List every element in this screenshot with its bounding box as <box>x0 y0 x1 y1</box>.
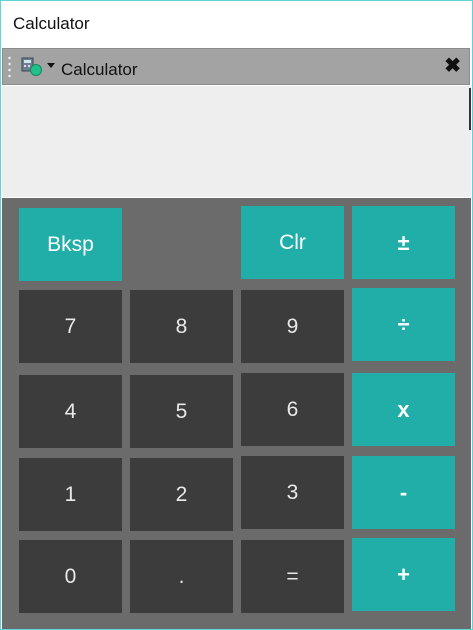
digit-2-button[interactable]: 2 <box>130 458 233 531</box>
digit-3-button[interactable]: 3 <box>241 456 344 529</box>
multiply-button[interactable]: x <box>352 373 455 446</box>
digit-4-button[interactable]: 4 <box>19 375 122 448</box>
panel-toolbar: Calculator ✖ <box>2 48 470 85</box>
digit-9-button[interactable]: 9 <box>241 290 344 363</box>
toolbar-title: Calculator <box>61 60 138 79</box>
calculator-display <box>2 86 471 197</box>
calculator-window: Calculator Calculator ✖ Bksp Clr ± 7 8 9… <box>0 0 473 630</box>
drag-grip-icon[interactable] <box>8 55 11 79</box>
subtract-button[interactable]: - <box>352 456 455 529</box>
chevron-down-icon[interactable] <box>47 63 55 68</box>
window-titlebar: Calculator <box>1 1 472 47</box>
close-icon[interactable]: ✖ <box>444 55 461 77</box>
digit-0-button[interactable]: 0 <box>19 540 122 613</box>
decimal-button[interactable]: . <box>130 540 233 613</box>
digit-5-button[interactable]: 5 <box>130 375 233 448</box>
equals-button[interactable]: = <box>241 540 344 613</box>
plus-minus-button[interactable]: ± <box>352 206 455 279</box>
window-title: Calculator <box>13 14 90 33</box>
digit-6-button[interactable]: 6 <box>241 373 344 446</box>
calculator-app-icon[interactable] <box>21 57 43 77</box>
divide-button[interactable]: ÷ <box>352 288 455 361</box>
display-scrollbar[interactable] <box>469 88 471 130</box>
clear-button[interactable]: Clr <box>241 206 344 279</box>
keypad: Bksp Clr ± 7 8 9 ÷ 4 5 6 x 1 2 3 - 0 . =… <box>2 198 471 629</box>
backspace-button[interactable]: Bksp <box>19 208 122 281</box>
digit-7-button[interactable]: 7 <box>19 290 122 363</box>
add-button[interactable]: + <box>352 538 455 611</box>
digit-1-button[interactable]: 1 <box>19 458 122 531</box>
digit-8-button[interactable]: 8 <box>130 290 233 363</box>
